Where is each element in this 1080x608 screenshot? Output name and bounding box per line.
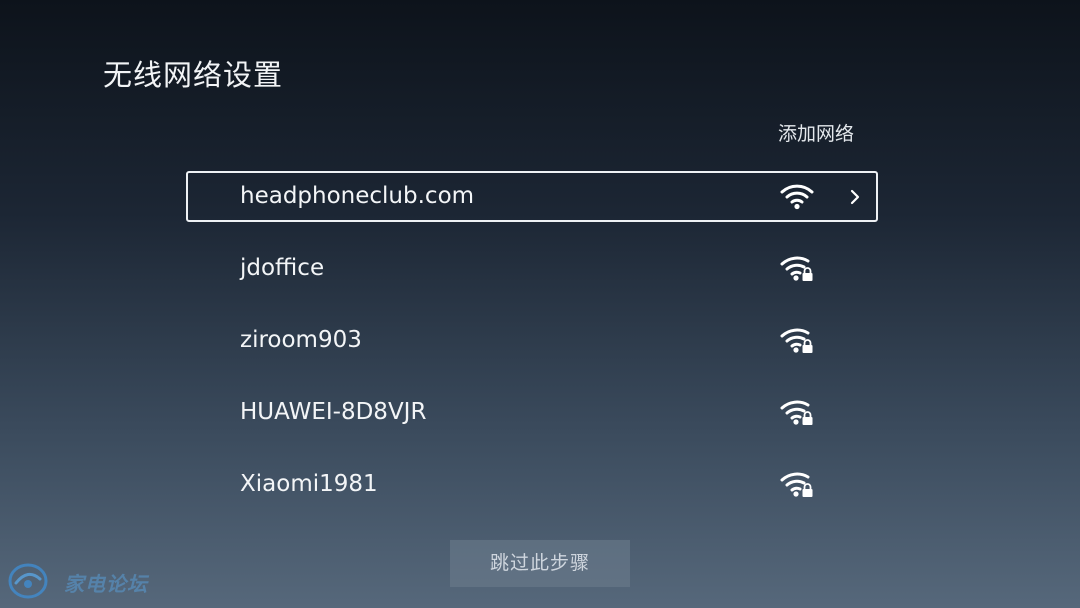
network-name: ziroom903 [240,327,362,353]
skip-button[interactable]: 跳过此步骤 [450,540,630,587]
network-name: HUAWEI-8D8VJR [240,399,427,425]
network-item-jdoffice[interactable]: jdoffice [186,243,878,315]
watermark-text: 家电论坛 [64,572,148,596]
network-name: Xiaomi1981 [240,471,378,497]
wifi-lock-icon [780,328,813,353]
wifi-icon [780,184,814,210]
add-network-button[interactable]: 添加网络 [778,119,854,146]
network-name: jdoffice [240,255,325,281]
network-name: headphoneclub.com [240,183,475,209]
wifi-lock-icon [780,256,813,281]
network-item-huawei-8d8vjr[interactable]: HUAWEI-8D8VJR [186,387,878,459]
network-list: headphoneclub.com jdoffice ziroom903 HUA… [186,171,878,531]
page-title: 无线网络设置 [103,58,284,92]
forum-logo-icon [8,563,48,599]
network-item-ziroom903[interactable]: ziroom903 [186,315,878,387]
wifi-lock-icon [780,400,813,425]
network-item-xiaomi1981[interactable]: Xiaomi1981 [186,459,878,531]
chevron-right-icon [850,189,860,205]
wifi-lock-icon [780,472,813,497]
network-item-headphoneclub[interactable]: headphoneclub.com [186,171,878,222]
